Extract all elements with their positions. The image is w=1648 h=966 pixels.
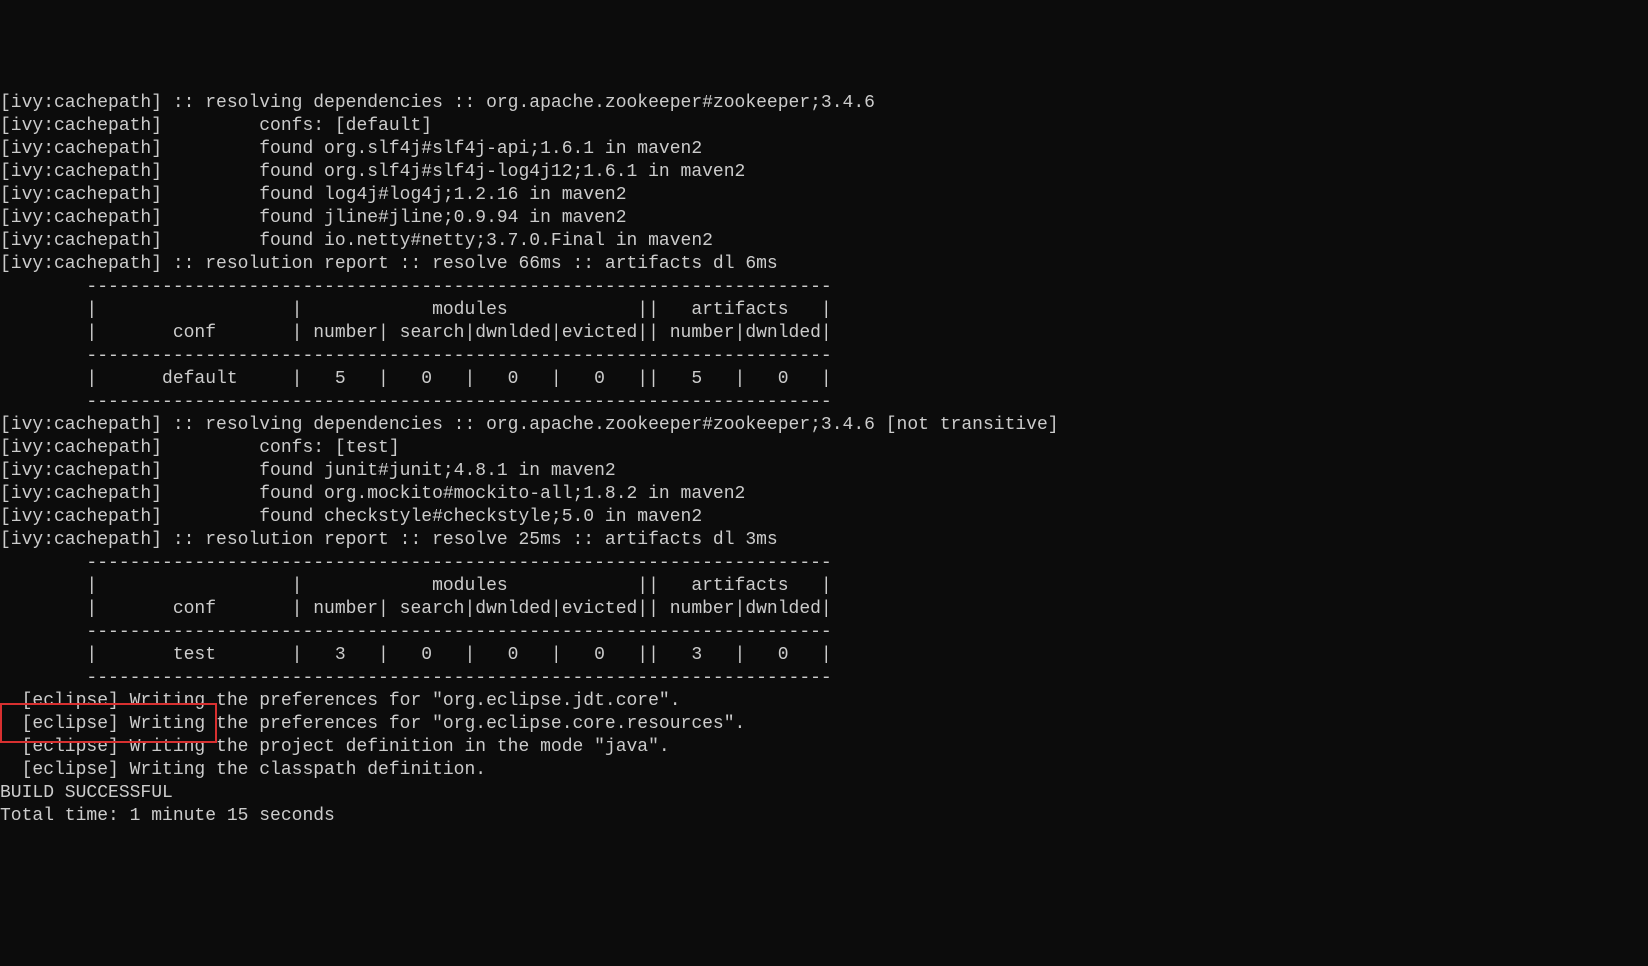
- terminal-line: ----------------------------------------…: [0, 391, 1648, 414]
- terminal-line: | | modules || artifacts |: [0, 575, 1648, 598]
- terminal-line: [ivy:cachepath] :: resolution report :: …: [0, 529, 1648, 552]
- terminal-line: Total time: 1 minute 15 seconds: [0, 805, 1648, 828]
- terminal-line: [eclipse] Writing the project definition…: [0, 736, 1648, 759]
- terminal-line: [eclipse] Writing the classpath definiti…: [0, 759, 1648, 782]
- terminal-line: | conf | number| search|dwnlded|evicted|…: [0, 598, 1648, 621]
- terminal-line: [ivy:cachepath] confs: [default]: [0, 115, 1648, 138]
- terminal-line: | conf | number| search|dwnlded|evicted|…: [0, 322, 1648, 345]
- terminal-line: [ivy:cachepath] found org.slf4j#slf4j-lo…: [0, 161, 1648, 184]
- terminal-line: [ivy:cachepath] :: resolving dependencie…: [0, 92, 1648, 115]
- terminal-line: ----------------------------------------…: [0, 552, 1648, 575]
- terminal-line: ----------------------------------------…: [0, 621, 1648, 644]
- terminal-line: [ivy:cachepath] :: resolving dependencie…: [0, 414, 1648, 437]
- terminal-output[interactable]: [ivy:cachepath] :: resolving dependencie…: [0, 92, 1648, 828]
- terminal-line: ----------------------------------------…: [0, 276, 1648, 299]
- terminal-line: [ivy:cachepath] found org.mockito#mockit…: [0, 483, 1648, 506]
- terminal-line: [ivy:cachepath] confs: [test]: [0, 437, 1648, 460]
- terminal-line: BUILD SUCCESSFUL: [0, 782, 1648, 805]
- terminal-line: [ivy:cachepath] found junit#junit;4.8.1 …: [0, 460, 1648, 483]
- terminal-line: [ivy:cachepath] found checkstyle#checkst…: [0, 506, 1648, 529]
- terminal-line: ----------------------------------------…: [0, 345, 1648, 368]
- terminal-line: [ivy:cachepath] found org.slf4j#slf4j-ap…: [0, 138, 1648, 161]
- terminal-line: [ivy:cachepath] found io.netty#netty;3.7…: [0, 230, 1648, 253]
- terminal-line: [eclipse] Writing the preferences for "o…: [0, 690, 1648, 713]
- terminal-line: ----------------------------------------…: [0, 667, 1648, 690]
- terminal-line: [ivy:cachepath] found jline#jline;0.9.94…: [0, 207, 1648, 230]
- terminal-line: [eclipse] Writing the preferences for "o…: [0, 713, 1648, 736]
- terminal-line: [ivy:cachepath] :: resolution report :: …: [0, 253, 1648, 276]
- terminal-line: | test | 3 | 0 | 0 | 0 || 3 | 0 |: [0, 644, 1648, 667]
- terminal-line: [ivy:cachepath] found log4j#log4j;1.2.16…: [0, 184, 1648, 207]
- terminal-line: | | modules || artifacts |: [0, 299, 1648, 322]
- terminal-line: | default | 5 | 0 | 0 | 0 || 5 | 0 |: [0, 368, 1648, 391]
